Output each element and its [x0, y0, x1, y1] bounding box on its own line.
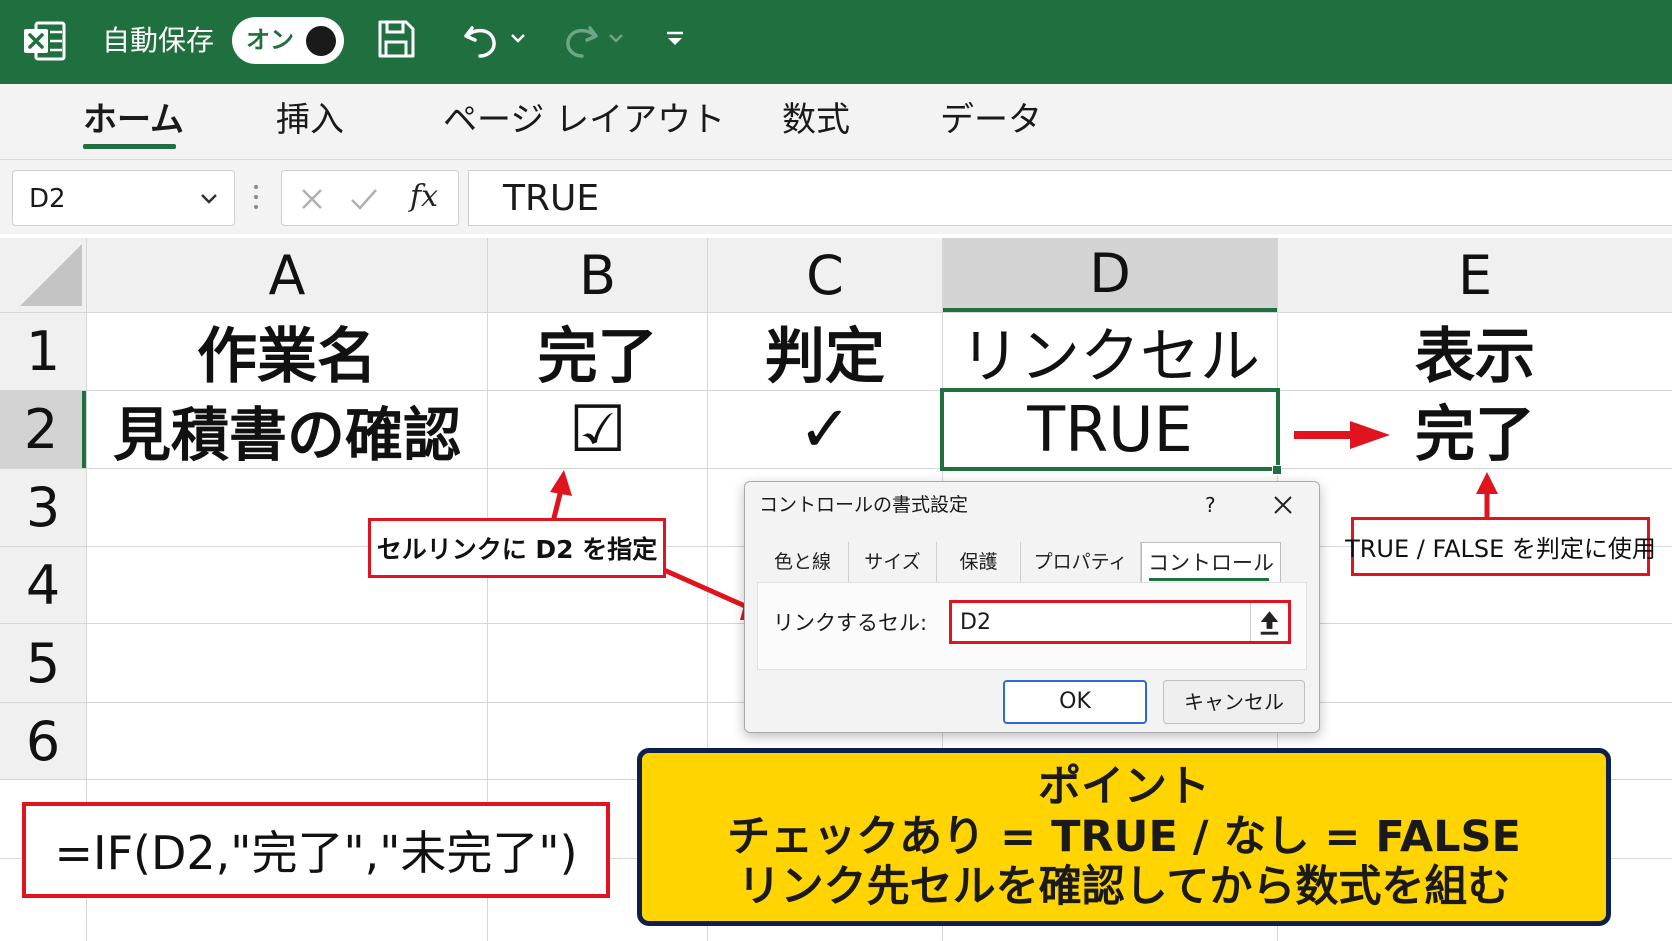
close-icon[interactable]	[1273, 495, 1293, 515]
ok-button[interactable]: OK	[1003, 680, 1147, 724]
cell-a1[interactable]: 作業名	[87, 313, 487, 392]
row-header-4[interactable]: 4	[0, 547, 86, 623]
cell-d1[interactable]: リンクセル	[943, 313, 1277, 392]
cell-link-label: リンクするセル:	[773, 611, 928, 635]
column-header-b[interactable]: B	[488, 238, 707, 312]
cell-c2[interactable]: ✓	[708, 391, 942, 468]
collapse-dialog-icon[interactable]	[1250, 603, 1288, 641]
cell-a2[interactable]: 見積書の確認	[87, 391, 487, 469]
ribbon-tabs: ホーム 挿入 ページ レイアウト 数式 データ	[0, 84, 1672, 160]
callout-true-false: TRUE / FALSE を判定に使用	[1345, 517, 1656, 576]
save-icon[interactable]	[376, 18, 416, 60]
cell-b2-checkbox[interactable]: ☑	[488, 391, 707, 468]
autosave-toggle[interactable]: オン	[232, 17, 344, 64]
dialog-tab-control[interactable]: コントロール	[1141, 542, 1281, 582]
row-header-6[interactable]: 6	[0, 703, 86, 779]
callout-cell-link: セルリンクに D2 を指定	[368, 518, 666, 578]
toggle-knob	[306, 26, 336, 56]
name-box-value: D2	[29, 184, 66, 214]
column-header-d[interactable]: D	[943, 238, 1277, 312]
row-header-3[interactable]: 3	[0, 469, 86, 546]
column-header-c[interactable]: C	[708, 238, 942, 312]
vertical-dots-icon	[254, 185, 258, 209]
cell-e1[interactable]: 表示	[1278, 313, 1672, 392]
point-title: ポイント	[1038, 762, 1210, 812]
dialog-tab-protection[interactable]: 保護	[937, 542, 1021, 582]
point-line-2: リンク先セルを確認してから数式を組む	[737, 862, 1511, 912]
tab-data[interactable]: データ	[940, 98, 1042, 142]
row-header-5[interactable]: 5	[0, 624, 86, 702]
row-header-2[interactable]: 2	[0, 391, 86, 468]
excel-logo-icon	[24, 21, 66, 61]
cell-link-input[interactable]: D2	[949, 600, 1291, 644]
formula-buttons: fx	[281, 170, 459, 226]
format-control-dialog: コントロールの書式設定 ? 色と線 サイズ 保護 プロパティ コントロール リン…	[744, 481, 1320, 733]
dialog-tab-colors-lines[interactable]: 色と線	[757, 542, 849, 582]
cell-link-value: D2	[960, 610, 991, 635]
point-line-1: チェックあり = TRUE / なし = FALSE	[727, 812, 1521, 862]
select-all-corner[interactable]	[0, 238, 86, 312]
dialog-help-button[interactable]: ?	[1205, 490, 1216, 520]
cell-e2[interactable]: 完了	[1278, 391, 1672, 470]
tab-page-layout[interactable]: ページ レイアウト	[443, 98, 725, 142]
dialog-tab-size[interactable]: サイズ	[849, 542, 937, 582]
undo-dropdown-icon[interactable]	[508, 26, 528, 50]
cell-d2-selected[interactable]: TRUE	[940, 388, 1280, 471]
formula-bar: D2 fx TRUE	[0, 160, 1672, 234]
tab-home[interactable]: ホーム	[83, 98, 184, 142]
active-tab-underline	[83, 144, 176, 149]
cell-b1[interactable]: 完了	[488, 313, 707, 392]
dialog-title: コントロールの書式設定	[759, 494, 969, 516]
dialog-tab-properties[interactable]: プロパティ	[1021, 542, 1141, 582]
cancel-button[interactable]: キャンセル	[1163, 680, 1305, 724]
cancel-entry-icon[interactable]	[298, 185, 326, 213]
dialog-active-tab-underline	[1149, 578, 1269, 581]
column-header-a[interactable]: A	[87, 238, 487, 312]
select-all-triangle-icon	[20, 244, 82, 306]
redo-dropdown-icon[interactable]	[606, 26, 626, 50]
formula-input[interactable]: TRUE	[468, 170, 1672, 226]
confirm-entry-icon[interactable]	[348, 185, 380, 213]
cell-c1[interactable]: 判定	[708, 313, 942, 392]
tab-formulas[interactable]: 数式	[782, 98, 850, 142]
redo-icon[interactable]	[558, 18, 602, 62]
customize-quick-access-icon[interactable]	[662, 26, 688, 52]
formula-value: TRUE	[503, 178, 600, 219]
autosave-label: 自動保存	[102, 24, 215, 57]
column-header-e[interactable]: E	[1278, 238, 1672, 312]
autosave-toggle-state: オン	[246, 26, 294, 54]
tab-insert[interactable]: 挿入	[276, 98, 344, 142]
point-box: ポイント チェックあり = TRUE / なし = FALSE リンク先セルを確…	[637, 748, 1611, 926]
undo-icon[interactable]	[460, 18, 504, 62]
chevron-down-icon[interactable]	[198, 189, 220, 209]
insert-function-button[interactable]: fx	[410, 177, 438, 217]
title-bar: 自動保存 オン	[0, 0, 1672, 84]
row-header-1[interactable]: 1	[0, 313, 86, 390]
name-box[interactable]: D2	[12, 170, 235, 226]
callout-formula: =IF(D2,"完了","未完了")	[22, 802, 610, 898]
